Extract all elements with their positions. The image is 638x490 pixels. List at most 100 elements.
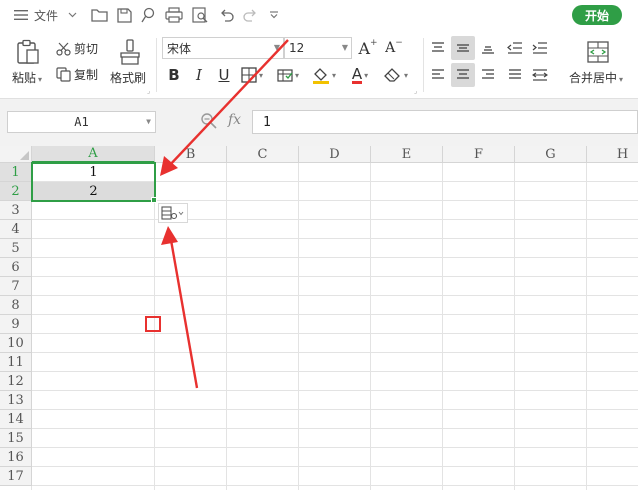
cell-style-button[interactable]: ▾ xyxy=(276,63,300,87)
font-group-expand-icon[interactable]: ⌟ xyxy=(414,87,417,95)
format-painter-label[interactable]: 格式刷 xyxy=(110,69,146,86)
cut-button[interactable]: 剪切 xyxy=(56,40,98,57)
column-header-e[interactable]: E xyxy=(371,146,443,163)
borders-icon xyxy=(241,67,257,83)
row-header-16[interactable]: 16 xyxy=(0,448,32,467)
grid-line xyxy=(514,163,515,490)
row-header-5[interactable]: 5 xyxy=(0,239,32,258)
row-header-6[interactable]: 6 xyxy=(0,258,32,277)
row-header-4[interactable]: 4 xyxy=(0,220,32,239)
ribbon-divider xyxy=(156,38,157,92)
row-header-15[interactable]: 15 xyxy=(0,429,32,448)
italic-button[interactable]: I xyxy=(187,63,211,87)
column-header-h[interactable]: H xyxy=(587,146,638,163)
paste-button[interactable] xyxy=(14,38,42,66)
paste-label[interactable]: 粘贴 ▾ xyxy=(12,69,42,86)
column-header-f[interactable]: F xyxy=(443,146,515,163)
undo-icon[interactable] xyxy=(216,6,236,24)
ribbon-toolbar: 粘贴 ▾ 剪切 复制 格式刷 ⌟ 宋体 ▼ 12 ▼ A + A − B I U ▾ xyxy=(0,30,638,98)
cell-style-icon xyxy=(277,69,293,82)
grid-line xyxy=(370,163,371,490)
align-middle-button[interactable] xyxy=(451,36,475,60)
zoom-icon[interactable] xyxy=(200,112,218,130)
font-color-button[interactable]: A ▾ xyxy=(348,63,372,87)
format-painter-button[interactable] xyxy=(116,38,144,66)
grid-line xyxy=(32,352,638,353)
grid-line xyxy=(32,314,638,315)
autofill-options-icon xyxy=(161,206,184,220)
clipboard-group-expand-icon[interactable]: ⌟ xyxy=(147,87,150,95)
formula-bar: A1 ▼ fx 1 xyxy=(0,98,638,146)
eraser-icon xyxy=(384,68,400,82)
row-header-13[interactable]: 13 xyxy=(0,391,32,410)
row-header-8[interactable]: 8 xyxy=(0,296,32,315)
align-center-button[interactable] xyxy=(451,63,475,87)
row-header-3[interactable]: 3 xyxy=(0,201,32,220)
borders-button[interactable]: ▾ xyxy=(240,63,264,87)
menu-bar: 文件 开始 xyxy=(0,0,638,30)
column-header-b[interactable]: B xyxy=(155,146,227,163)
merge-center-button[interactable] xyxy=(584,38,612,66)
clear-format-button[interactable]: ▾ xyxy=(384,63,408,87)
row-header-17[interactable]: 17 xyxy=(0,467,32,486)
grid-line xyxy=(32,428,638,429)
column-header-a[interactable]: A xyxy=(32,146,155,163)
justify-button[interactable] xyxy=(503,63,527,87)
row-header-2[interactable]: 2 xyxy=(0,182,32,201)
decrease-font-size-button[interactable]: A − xyxy=(382,36,406,60)
name-box[interactable]: A1 ▼ xyxy=(7,111,156,133)
insert-function-button[interactable]: fx xyxy=(228,112,241,128)
spreadsheet-grid[interactable]: A B C D E F G H 1 2 3 4 5 6 7 8 9 10 11 12 13 14 15 16 17 1 2 xyxy=(0,146,638,490)
grid-line xyxy=(32,276,638,277)
column-header-g[interactable]: G xyxy=(515,146,587,163)
merge-center-label[interactable]: 合并居中 ▾ xyxy=(569,69,623,86)
align-left-button[interactable] xyxy=(426,63,450,87)
row-header-12[interactable]: 12 xyxy=(0,372,32,391)
grid-line xyxy=(32,447,638,448)
grid-line xyxy=(32,333,638,334)
autofill-options-button[interactable] xyxy=(158,203,188,223)
hamburger-menu-icon[interactable] xyxy=(12,6,30,24)
grid-line xyxy=(32,295,638,296)
column-header-c[interactable]: C xyxy=(227,146,299,163)
file-menu[interactable]: 文件 xyxy=(34,6,58,24)
print-preview-icon[interactable] xyxy=(190,6,210,24)
open-folder-icon[interactable] xyxy=(90,6,110,24)
redo-icon[interactable] xyxy=(240,6,260,24)
row-header-1[interactable]: 1 xyxy=(0,163,32,182)
align-right-button[interactable] xyxy=(476,63,500,87)
selection-range[interactable] xyxy=(31,162,156,202)
export-icon[interactable] xyxy=(138,6,158,24)
customize-toolbar-icon[interactable] xyxy=(264,6,284,24)
grid-line xyxy=(32,466,638,467)
fill-color-button[interactable]: ▾ xyxy=(312,63,336,87)
print-icon[interactable] xyxy=(164,6,184,24)
font-name-combo[interactable]: 宋体 ▼ xyxy=(162,37,284,59)
underline-button[interactable]: U xyxy=(212,63,236,87)
grid-line xyxy=(298,163,299,490)
formula-input[interactable]: 1 xyxy=(252,110,638,134)
row-header-11[interactable]: 11 xyxy=(0,353,32,372)
decrease-indent-button[interactable] xyxy=(503,36,527,60)
row-header-9[interactable]: 9 xyxy=(0,315,32,334)
distributed-align-button[interactable] xyxy=(528,63,552,87)
tab-start[interactable]: 开始 xyxy=(572,5,622,25)
chevron-down-icon[interactable] xyxy=(66,6,78,24)
row-header-10[interactable]: 10 xyxy=(0,334,32,353)
column-header-d[interactable]: D xyxy=(299,146,371,163)
grid-line xyxy=(226,163,227,490)
save-icon[interactable] xyxy=(114,6,134,24)
increase-indent-button[interactable] xyxy=(528,36,552,60)
align-top-button[interactable] xyxy=(426,36,450,60)
fill-handle[interactable] xyxy=(151,197,157,203)
copy-icon xyxy=(56,67,71,82)
font-size-combo[interactable]: 12 ▼ xyxy=(284,37,352,59)
align-bottom-button[interactable] xyxy=(476,36,500,60)
copy-button[interactable]: 复制 xyxy=(56,66,98,83)
row-header-14[interactable]: 14 xyxy=(0,410,32,429)
bold-button[interactable]: B xyxy=(162,63,186,87)
select-all-corner[interactable] xyxy=(0,146,32,163)
row-header-7[interactable]: 7 xyxy=(0,277,32,296)
grid-line xyxy=(32,390,638,391)
increase-font-size-button[interactable]: A + xyxy=(356,36,380,60)
